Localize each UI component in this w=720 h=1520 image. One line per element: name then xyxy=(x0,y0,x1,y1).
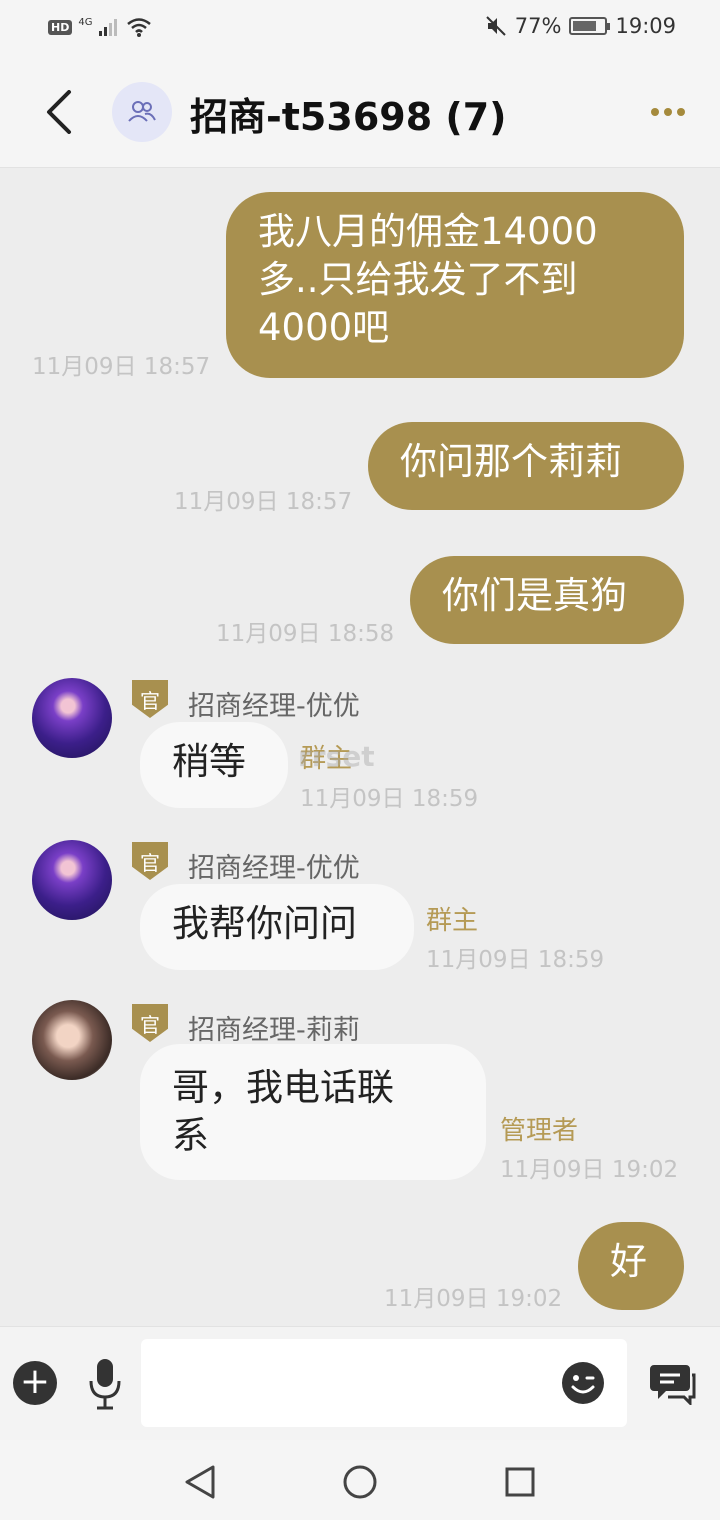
message-line: 多..只给我发了不到 xyxy=(258,258,578,301)
plus-button[interactable]: + xyxy=(13,1361,57,1405)
battery-fill xyxy=(573,21,596,31)
square-recents-icon xyxy=(505,1467,535,1497)
message-bubble[interactable]: 你问那个莉莉 xyxy=(368,422,684,510)
emoji-button[interactable] xyxy=(561,1361,605,1405)
message-text: 你问那个莉莉 xyxy=(400,440,622,483)
sender-name: 招商经理-优优 xyxy=(188,691,360,722)
message-bubble[interactable]: 我帮你问问 xyxy=(140,884,414,970)
official-badge: 官 xyxy=(132,1004,168,1042)
message-bubble[interactable]: 好 xyxy=(578,1222,684,1310)
status-bar: HD 4G 77% 19:09 xyxy=(0,0,720,56)
quick-reply-button[interactable] xyxy=(650,1361,698,1407)
avatar[interactable] xyxy=(32,840,112,920)
back-button[interactable] xyxy=(30,82,86,142)
voice-button[interactable] xyxy=(88,1357,122,1411)
avatar[interactable] xyxy=(32,1000,112,1080)
status-right: 77% 19:09 xyxy=(485,14,676,38)
nav-recents-button[interactable] xyxy=(498,1460,542,1504)
group-icon xyxy=(128,101,156,122)
role-label: 群主 xyxy=(426,906,479,936)
message-text: 你们是真狗 xyxy=(442,574,627,617)
plus-icon: + xyxy=(19,1361,51,1402)
message-icon xyxy=(650,1365,696,1407)
message-bubble[interactable]: 你们是真狗 xyxy=(410,556,684,644)
message-bubble[interactable]: 稍等 xyxy=(140,722,288,808)
message-text: 我帮你问问 xyxy=(172,902,357,945)
emoji-icon xyxy=(562,1362,604,1404)
nav-back-button[interactable] xyxy=(178,1460,222,1504)
sender-name: 招商经理-优优 xyxy=(188,853,360,884)
message-text: 好 xyxy=(610,1240,647,1283)
message-input[interactable] xyxy=(141,1339,627,1427)
message-line: 我八月的佣金14000 xyxy=(258,210,598,253)
triangle-back-icon xyxy=(185,1465,215,1499)
clock: 19:09 xyxy=(615,14,676,38)
chat-header: 招商-t53698 (7) xyxy=(0,56,720,168)
status-left: HD 4G xyxy=(48,16,152,38)
watermark: rrset xyxy=(298,740,375,773)
message-timestamp: 11月09日 18:57 xyxy=(32,354,211,380)
microphone-icon xyxy=(89,1359,121,1410)
hd-badge: HD xyxy=(48,19,73,35)
role-label: 管理者 xyxy=(500,1116,579,1146)
group-avatar[interactable] xyxy=(112,82,172,142)
sender-name: 招商经理-莉莉 xyxy=(188,1015,360,1046)
mute-icon xyxy=(486,16,506,36)
message-timestamp: 11月09日 18:59 xyxy=(426,947,605,973)
network-type: 4G xyxy=(78,16,93,28)
nav-home-button[interactable] xyxy=(338,1460,382,1504)
message-text: 稍等 xyxy=(172,740,246,783)
official-badge: 官 xyxy=(132,680,168,718)
official-badge: 官 xyxy=(132,842,168,880)
message-bubble[interactable]: 哥，我电话联 系 xyxy=(140,1044,486,1180)
message-timestamp: 11月09日 18:58 xyxy=(216,621,395,647)
message-timestamp: 11月09日 19:02 xyxy=(384,1286,563,1312)
more-button[interactable] xyxy=(646,92,690,132)
message-timestamp: 11月09日 18:57 xyxy=(174,489,353,515)
message-line: 哥，我电话联 xyxy=(172,1066,394,1109)
message-line: 4000吧 xyxy=(258,306,390,349)
circle-home-icon xyxy=(343,1465,377,1499)
battery-icon xyxy=(569,17,611,35)
message-timestamp: 11月09日 19:02 xyxy=(500,1157,679,1183)
more-dots-icon xyxy=(651,108,685,116)
battery-percent: 77% xyxy=(514,14,562,38)
message-line: 系 xyxy=(172,1114,209,1157)
chevron-left-icon xyxy=(47,90,71,134)
message-timestamp: 11月09日 18:59 xyxy=(300,786,479,812)
system-nav-bar xyxy=(0,1440,720,1520)
input-bar: + xyxy=(0,1326,720,1440)
chat-title: 招商-t53698 (7) xyxy=(190,95,507,139)
message-bubble[interactable]: 我八月的佣金14000 多..只给我发了不到 4000吧 xyxy=(226,192,684,378)
avatar[interactable] xyxy=(32,678,112,758)
wifi-icon xyxy=(127,18,152,37)
signal-icon xyxy=(99,19,118,36)
